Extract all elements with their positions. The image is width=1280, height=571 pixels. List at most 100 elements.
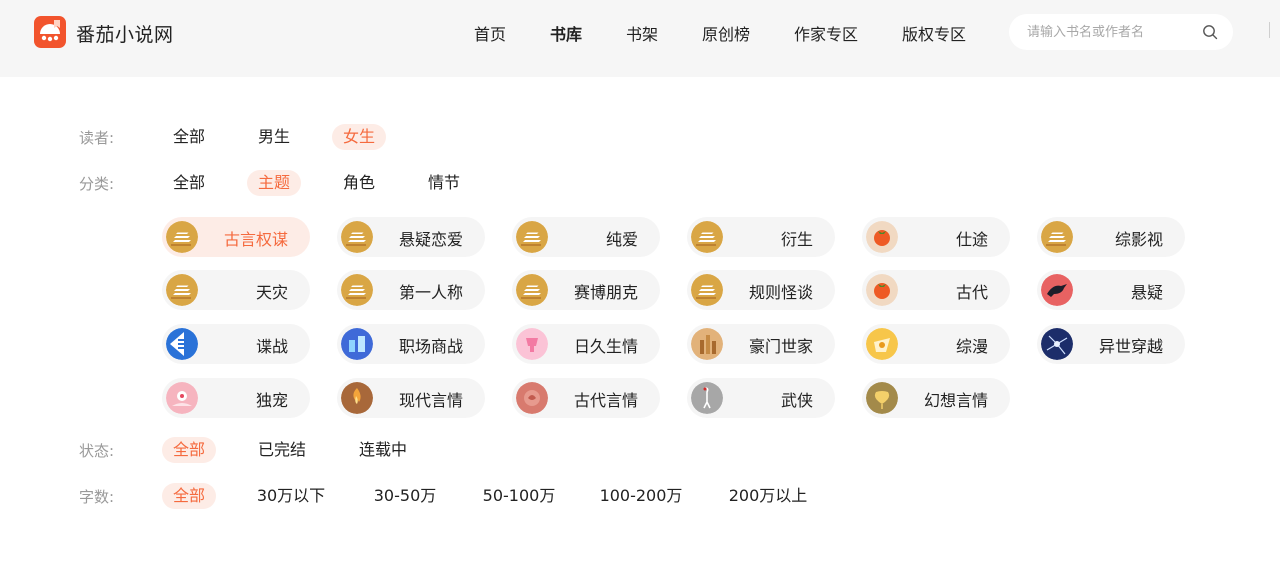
theme-chip[interactable]: 独宠 [162, 378, 310, 418]
theme-chip-label: 规则怪谈 [748, 283, 813, 302]
category-option-role[interactable]: 角色 [332, 170, 386, 196]
theme-chip[interactable]: 综漫 [862, 324, 1010, 364]
nav-writer-zone[interactable]: 作家专区 [794, 21, 858, 45]
theme-chip[interactable]: 古言权谋 [162, 217, 310, 257]
theme-chip[interactable]: 职场商战 [337, 324, 485, 364]
theme-chip-label: 综漫 [955, 337, 988, 356]
book-stack-icon [516, 221, 548, 253]
business-icon [341, 328, 373, 360]
theme-chip[interactable]: 谍战 [162, 324, 310, 364]
theme-chip-label: 古代言情 [573, 391, 638, 410]
theme-chip[interactable]: 古代言情 [512, 378, 660, 418]
book-stack-icon [341, 274, 373, 306]
book-stack-icon [341, 221, 373, 253]
book-stack-icon [1041, 221, 1073, 253]
theme-chip[interactable]: 纯爱 [512, 217, 660, 257]
rose-icon [516, 382, 548, 414]
theme-chip-label: 异世穿越 [1098, 337, 1163, 356]
theme-chip[interactable]: 天灾 [162, 270, 310, 310]
words-label: 字数: [79, 488, 115, 506]
flame-icon [341, 382, 373, 414]
header-divider [1269, 22, 1270, 38]
words-option-50-100w[interactable]: 50-100万 [479, 483, 559, 509]
tomato-icon [866, 274, 898, 306]
theme-chip[interactable]: 幻想言情 [862, 378, 1010, 418]
crow-icon [1041, 274, 1073, 306]
theme-chip[interactable]: 仕途 [862, 217, 1010, 257]
nav-original-ranking[interactable]: 原创榜 [702, 21, 750, 45]
category-option-theme[interactable]: 主题 [247, 170, 301, 196]
search-icon[interactable] [1202, 24, 1218, 40]
theme-chip[interactable]: 悬疑 [1037, 270, 1185, 310]
nav-bookshelf[interactable]: 书架 [626, 21, 658, 45]
theme-chip[interactable]: 衍生 [687, 217, 835, 257]
nav-copyright-zone[interactable]: 版权专区 [902, 21, 966, 45]
theme-chip-label: 天灾 [255, 283, 288, 302]
theme-chip[interactable]: 古代 [862, 270, 1010, 310]
theme-chip[interactable]: 日久生情 [512, 324, 660, 364]
status-label: 状态: [79, 442, 115, 460]
reader-option-female[interactable]: 女生 [332, 124, 386, 150]
reader-label: 读者: [79, 129, 115, 147]
spy-icon [166, 328, 198, 360]
theme-chip[interactable]: 规则怪谈 [687, 270, 835, 310]
theme-chip-label: 综影视 [1114, 230, 1163, 249]
category-option-all[interactable]: 全部 [162, 170, 216, 196]
search-box [1009, 14, 1233, 50]
theme-chip-label: 古言权谋 [223, 230, 288, 249]
reader-option-all[interactable]: 全部 [162, 124, 216, 150]
ginkgo-icon [866, 382, 898, 414]
theme-chip-label: 现代言情 [398, 391, 463, 410]
theme-chip-label: 幻想言情 [923, 391, 988, 410]
book-stack-icon [516, 274, 548, 306]
book-stack-icon [166, 274, 198, 306]
anime-icon [866, 328, 898, 360]
theme-chip-label: 悬疑 [1130, 283, 1163, 302]
theme-chip-label: 谍战 [255, 337, 288, 356]
theme-chip-label: 豪门世家 [748, 337, 813, 356]
theme-chip-label: 悬疑恋爱 [398, 230, 463, 249]
book-stack-icon [166, 221, 198, 253]
category-label: 分类: [79, 175, 115, 193]
theme-chip-label: 仕途 [955, 230, 988, 249]
category-option-plot[interactable]: 情节 [417, 170, 471, 196]
heart-cup-icon [516, 328, 548, 360]
theme-chip[interactable]: 豪门世家 [687, 324, 835, 364]
search-input[interactable] [1027, 22, 1197, 42]
status-option-all[interactable]: 全部 [162, 437, 216, 463]
words-option-30-50w[interactable]: 30-50万 [369, 483, 441, 509]
nav-home[interactable]: 首页 [474, 21, 506, 45]
theme-chip[interactable]: 异世穿越 [1037, 324, 1185, 364]
theme-chip-label: 衍生 [780, 230, 813, 249]
theme-chip[interactable]: 综影视 [1037, 217, 1185, 257]
words-option-under-30w[interactable]: 30万以下 [251, 483, 331, 509]
book-stack-icon [691, 221, 723, 253]
theme-chip[interactable]: 武侠 [687, 378, 835, 418]
theme-chip-label: 赛博朋克 [573, 283, 638, 302]
book-stack-icon [691, 274, 723, 306]
theme-chip[interactable]: 悬疑恋爱 [337, 217, 485, 257]
nav-library[interactable]: 书库 [550, 21, 582, 45]
portal-icon [1041, 328, 1073, 360]
top-header: 番茄小说网 首页 书库 书架 原创榜 作家专区 版权专区 [0, 0, 1280, 77]
theme-chip[interactable]: 现代言情 [337, 378, 485, 418]
theme-chip-label: 古代 [955, 283, 988, 302]
tomato-icon [866, 221, 898, 253]
theme-chip[interactable]: 赛博朋克 [512, 270, 660, 310]
theme-chip-label: 日久生情 [573, 337, 638, 356]
words-option-100-200w[interactable]: 100-200万 [597, 483, 685, 509]
theme-chip-label: 武侠 [780, 391, 813, 410]
status-option-completed[interactable]: 已完结 [251, 437, 313, 463]
reader-option-male[interactable]: 男生 [247, 124, 301, 150]
theme-chip[interactable]: 第一人称 [337, 270, 485, 310]
status-option-ongoing[interactable]: 连载中 [352, 437, 414, 463]
words-option-all[interactable]: 全部 [162, 483, 216, 509]
theme-chip-label: 纯爱 [605, 230, 638, 249]
fanqie-logo-icon[interactable] [34, 16, 66, 48]
words-option-over-200w[interactable]: 200万以上 [723, 483, 813, 509]
theme-chip-label: 独宠 [255, 391, 288, 410]
theme-chip-label: 职场商战 [398, 337, 463, 356]
brand-name[interactable]: 番茄小说网 [76, 20, 174, 47]
crane-icon [691, 382, 723, 414]
castle-icon [691, 328, 723, 360]
